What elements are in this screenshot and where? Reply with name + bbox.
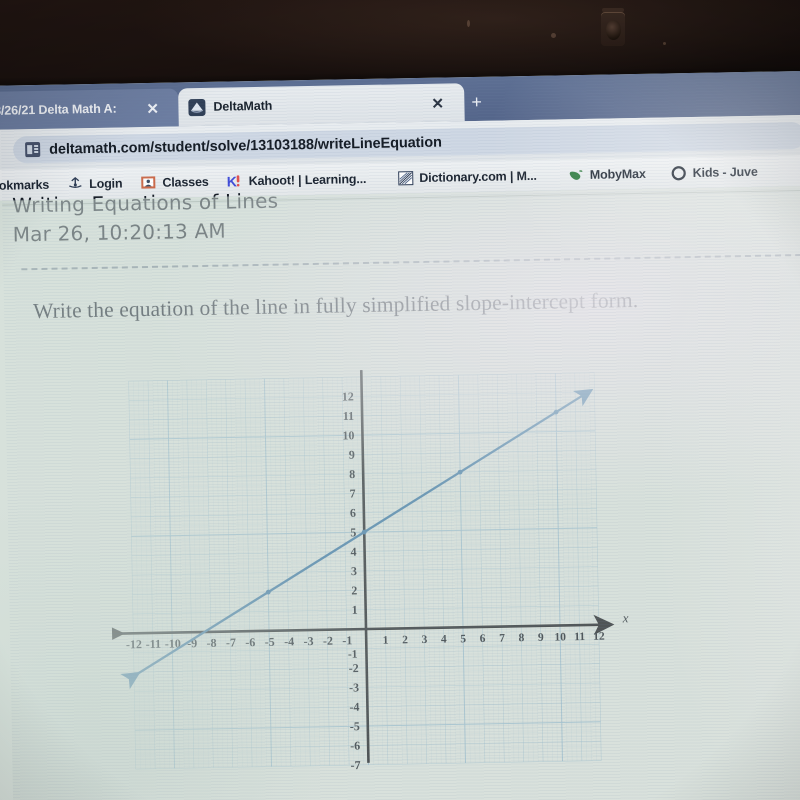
svg-text:K: K bbox=[226, 173, 236, 189]
bookmark-label: bookmarks bbox=[0, 177, 50, 193]
new-tab-button[interactable]: + bbox=[471, 92, 482, 112]
bookmark-item-mobymax[interactable]: MobyMax bbox=[545, 158, 654, 191]
axis-tick-label: -1 bbox=[348, 649, 358, 661]
axis-tick-label: 11 bbox=[343, 409, 355, 423]
graph-svg: -12 -11 -10 -9 -8 -7 -6 -5 -4 -3 -2 -1 1 2 3 4 5 6 7 8 9 10 11… bbox=[107, 365, 629, 772]
axis-tick-label: 3 bbox=[351, 564, 357, 578]
axis-tick-label: 9 bbox=[538, 632, 544, 644]
login-icon bbox=[67, 176, 83, 192]
tab-label: 1 - 3/26/21 Delta Math A: bbox=[0, 101, 117, 119]
x-axis-label: x bbox=[622, 610, 629, 625]
axis-tick-label: -6 bbox=[245, 635, 255, 649]
axis-tick-label: 5 bbox=[460, 633, 466, 645]
axis-tick-label: 7 bbox=[499, 633, 505, 645]
webcam-lens-icon bbox=[606, 20, 621, 40]
mobymax-icon bbox=[568, 166, 584, 182]
bezel-speck bbox=[467, 20, 470, 27]
axis-tick-label: -4 bbox=[349, 700, 359, 714]
tab-content-active[interactable]: DeltaMath bbox=[178, 83, 465, 126]
laptop-screen: 1 - 3/26/21 Delta Math A: ✕ DeltaMath ✕ … bbox=[0, 70, 800, 800]
screenshot-root: 1 - 3/26/21 Delta Math A: ✕ DeltaMath ✕ … bbox=[0, 0, 800, 800]
bookmark-item-kids[interactable]: Kids - Juve bbox=[654, 156, 767, 189]
axis-tick-label: 8 bbox=[349, 467, 355, 481]
axis-tick-label: 12 bbox=[342, 389, 354, 403]
axis-tick-label: 3 bbox=[421, 634, 427, 646]
tab-close-icon[interactable]: ✕ bbox=[146, 101, 159, 118]
axis-tick-label: -8 bbox=[206, 636, 216, 650]
bookmark-label: Dictionary.com | M... bbox=[419, 168, 537, 185]
dictionary-icon bbox=[397, 170, 413, 186]
axis-tick-label: 10 bbox=[342, 428, 354, 442]
kids-circle-icon bbox=[671, 165, 687, 181]
axis-tick-label: -4 bbox=[284, 634, 294, 648]
axis-tick-label: -11 bbox=[146, 637, 162, 651]
axis-tick-label: -2 bbox=[323, 634, 333, 648]
axis-tick-label: 2 bbox=[402, 634, 408, 646]
axis-tick-label: -7 bbox=[350, 758, 360, 772]
bookmark-label: Login bbox=[89, 175, 123, 191]
axis-tick-label: -5 bbox=[350, 719, 360, 733]
tab-close-icon[interactable]: ✕ bbox=[431, 96, 444, 113]
axis-tick-label: -7 bbox=[226, 635, 236, 649]
axis-tick-label: 9 bbox=[349, 448, 355, 462]
question-prompt: Write the equation of the line in fully … bbox=[32, 288, 639, 324]
webcam-slot bbox=[602, 8, 624, 12]
coordinate-graph: -12 -11 -10 -9 -8 -7 -6 -5 -4 -3 -2 -1 1 2 3 4 5 6 7 8 9 10 11… bbox=[107, 365, 635, 800]
bezel-speck bbox=[663, 42, 666, 45]
y-axis-label: y bbox=[358, 365, 366, 367]
axis-tick-label: -1 bbox=[342, 633, 352, 647]
axis-tick-label: 6 bbox=[350, 506, 356, 520]
axis-tick-label: -6 bbox=[350, 739, 360, 753]
axis-tick-label: 11 bbox=[574, 631, 585, 643]
axis-tick-label: 6 bbox=[480, 633, 486, 645]
url-text: deltamath.com/student/solve/13103188/wri… bbox=[49, 134, 442, 158]
assignment-title: Writing Equations of Lines bbox=[11, 188, 279, 218]
axis-tick-label: -12 bbox=[126, 637, 142, 651]
assignment-timestamp: Mar 26, 10:20:13 AM bbox=[12, 218, 227, 247]
axis-tick-label: 2 bbox=[351, 583, 357, 597]
y-axis bbox=[350, 365, 372, 763]
page-content: Writing Equations of Lines Mar 26, 10:20… bbox=[0, 185, 800, 800]
bookmark-item-dictionary[interactable]: Dictionary.com | M... bbox=[375, 160, 546, 194]
axis-tick-label: 1 bbox=[352, 603, 358, 617]
classes-icon bbox=[140, 174, 156, 190]
axis-tick-label: -5 bbox=[265, 635, 275, 649]
kahoot-icon: K bbox=[226, 173, 242, 189]
deltamath-favicon-icon bbox=[188, 98, 206, 116]
bezel-speck bbox=[551, 33, 556, 38]
bookmark-label: Kids - Juve bbox=[692, 164, 758, 180]
bookmark-label: Kahoot! | Learning... bbox=[248, 171, 367, 188]
axis-tick-label: -2 bbox=[349, 661, 359, 675]
bookmark-label: MobyMax bbox=[589, 166, 646, 182]
axis-tick-label: 8 bbox=[518, 632, 524, 644]
axis-tick-label: 4 bbox=[350, 545, 356, 559]
axis-tick-label: 4 bbox=[441, 634, 447, 646]
axis-tick-label: 10 bbox=[554, 631, 566, 643]
axis-tick-label: 12 bbox=[593, 631, 605, 643]
axis-tick-label: -3 bbox=[349, 680, 359, 694]
axis-tick-label: -3 bbox=[303, 634, 313, 648]
bookmark-label: Classes bbox=[162, 174, 209, 190]
section-divider bbox=[21, 253, 800, 271]
axis-tick-label: 7 bbox=[349, 486, 355, 500]
page-info-icon[interactable] bbox=[25, 141, 41, 158]
axis-tick-label: 1 bbox=[383, 635, 389, 647]
tab-label: DeltaMath bbox=[213, 98, 273, 114]
